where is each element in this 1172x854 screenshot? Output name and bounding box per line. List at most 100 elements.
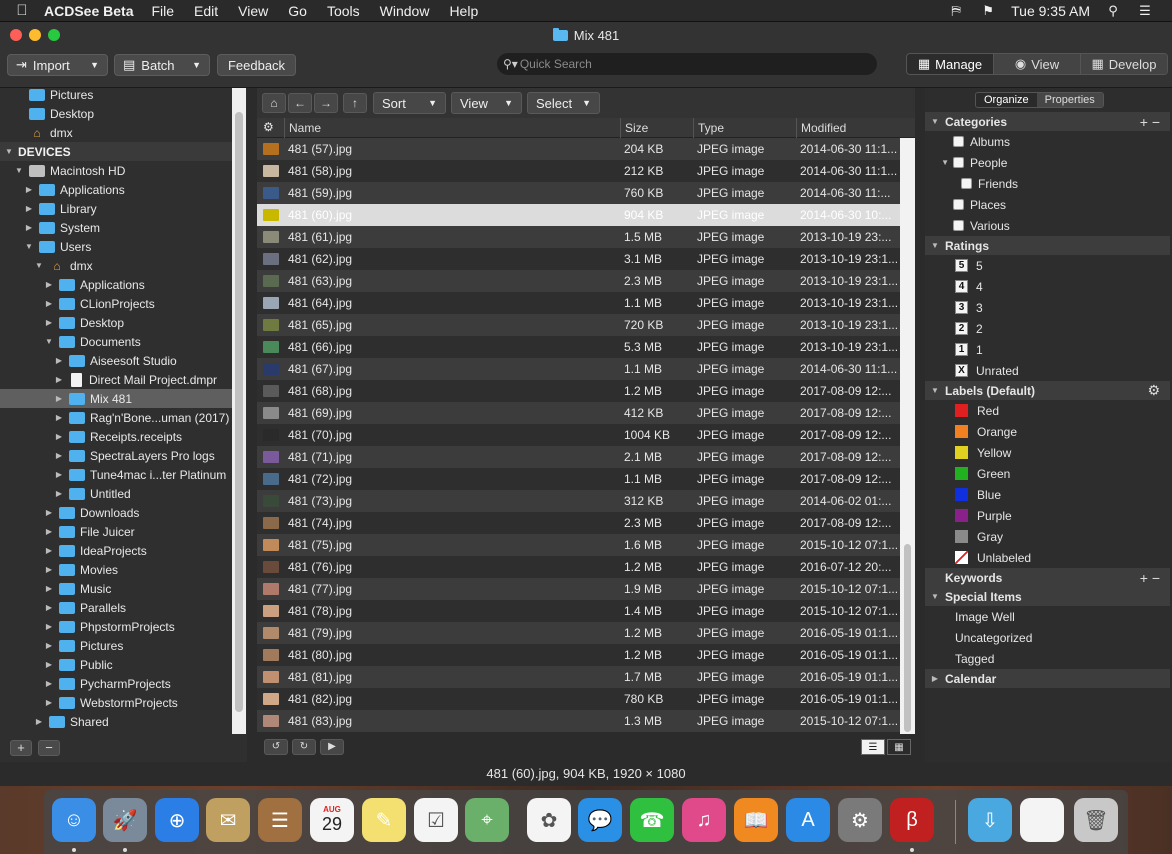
category-various[interactable]: Various bbox=[925, 215, 1170, 236]
disclosure-closed-icon[interactable]: ▶ bbox=[925, 674, 945, 683]
sidebar-item-pictures[interactable]: ▶ Pictures bbox=[0, 636, 232, 655]
minimize-window-button[interactable] bbox=[29, 29, 41, 41]
develop-mode-button[interactable]: ▦ Develop bbox=[1081, 54, 1167, 74]
disclosure-closed-icon[interactable]: ▶ bbox=[44, 660, 54, 669]
menu-file[interactable]: File bbox=[151, 3, 174, 19]
file-row[interactable]: 481 (61).jpg 1.5 MB JPEG image 2013-10-19 2… bbox=[257, 226, 900, 248]
label-blue[interactable]: Blue bbox=[925, 484, 1170, 505]
special-item-tagged[interactable]: Tagged bbox=[925, 648, 1170, 669]
close-window-button[interactable] bbox=[10, 29, 22, 41]
section-special-items[interactable]: ▼ Special Items bbox=[925, 587, 1170, 606]
disclosure-open-icon[interactable]: ▼ bbox=[925, 117, 945, 126]
disclosure-open-icon[interactable]: ▼ bbox=[925, 592, 945, 601]
column-modified[interactable]: Modified bbox=[796, 118, 900, 138]
label-purple[interactable]: Purple bbox=[925, 505, 1170, 526]
disclosure-closed-icon[interactable]: ▶ bbox=[44, 299, 54, 308]
file-row[interactable]: 481 (68).jpg 1.2 MB JPEG image 2017-08-09 1… bbox=[257, 380, 900, 402]
view-mode-button[interactable]: ◉ View bbox=[994, 54, 1081, 74]
back-button[interactable]: ← bbox=[288, 93, 312, 113]
rating-5[interactable]: 55 bbox=[925, 255, 1170, 276]
gear-icon[interactable]: ⚙ bbox=[1147, 382, 1160, 399]
file-row[interactable]: 481 (70).jpg 1004 KB JPEG image 2017-08-09 … bbox=[257, 424, 900, 446]
sidebar-item-mix-481[interactable]: ▶ Mix 481 bbox=[0, 389, 232, 408]
disclosure-closed-icon[interactable]: ▶ bbox=[44, 679, 54, 688]
system-preferences-dock-icon[interactable]: ⚙ bbox=[838, 798, 882, 842]
sidebar-item-macintosh-hd[interactable]: ▼ Macintosh HD bbox=[0, 161, 232, 180]
disclosure-closed-icon[interactable]: ▶ bbox=[54, 356, 64, 365]
disclosure-closed-icon[interactable]: ▶ bbox=[34, 717, 44, 726]
rating-unrated[interactable]: X Unrated bbox=[925, 360, 1170, 381]
contacts-dock-icon[interactable]: ☰ bbox=[258, 798, 302, 842]
app-store-dock-icon[interactable]: A bbox=[786, 798, 830, 842]
disclosure-closed-icon[interactable]: ▶ bbox=[54, 375, 64, 384]
tab-properties[interactable]: Properties bbox=[1036, 93, 1103, 107]
sidebar-item-public[interactable]: ▶ Public bbox=[0, 655, 232, 674]
spotlight-search-icon[interactable]: ⚲ bbox=[1104, 3, 1122, 18]
category-albums[interactable]: Albums bbox=[925, 131, 1170, 152]
disclosure-closed-icon[interactable]: ▶ bbox=[24, 185, 34, 194]
file-list-scrollbar[interactable] bbox=[900, 138, 915, 734]
forward-button[interactable]: → bbox=[314, 93, 338, 113]
disclosure-closed-icon[interactable]: ▶ bbox=[44, 584, 54, 593]
category-places[interactable]: Places bbox=[925, 194, 1170, 215]
rating-3[interactable]: 33 bbox=[925, 297, 1170, 318]
finder-dock-icon[interactable]: ☺ bbox=[52, 798, 96, 842]
column-type[interactable]: Type bbox=[693, 118, 796, 138]
sidebar-scroll-thumb[interactable] bbox=[235, 112, 243, 712]
sidebar-item-library[interactable]: ▶ Library bbox=[0, 199, 232, 218]
rotate-right-button[interactable]: ↻ bbox=[292, 739, 316, 755]
view-dropdown[interactable]: View ▼ bbox=[451, 92, 522, 114]
file-row[interactable]: 481 (83).jpg 1.3 MB JPEG image 2015-10-12 0… bbox=[257, 710, 900, 732]
disclosure-closed-icon[interactable]: ▶ bbox=[44, 280, 54, 289]
remove-folder-button[interactable]: − bbox=[38, 740, 60, 756]
file-row[interactable]: 481 (66).jpg 5.3 MB JPEG image 2013-10-19 2… bbox=[257, 336, 900, 358]
checkbox[interactable] bbox=[953, 220, 964, 231]
sidebar-item-desktop[interactable]: Desktop bbox=[0, 104, 232, 123]
rotate-left-button[interactable]: ↺ bbox=[264, 739, 288, 755]
file-row[interactable]: 481 (75).jpg 1.6 MB JPEG image 2015-10-12 0… bbox=[257, 534, 900, 556]
app-menu[interactable]: ACDSee Beta bbox=[44, 3, 133, 19]
section-ratings[interactable]: ▼ Ratings bbox=[925, 236, 1170, 255]
file-row[interactable]: 481 (67).jpg 1.1 MB JPEG image 2014-06-30 1… bbox=[257, 358, 900, 380]
disclosure-open-icon[interactable]: ▼ bbox=[4, 147, 14, 156]
rating-1[interactable]: 11 bbox=[925, 339, 1170, 360]
messages-dock-icon[interactable]: 💬 bbox=[578, 798, 622, 842]
column-size[interactable]: Size bbox=[620, 118, 693, 138]
clock[interactable]: Tue 9:35 AM bbox=[1011, 3, 1090, 19]
disclosure-closed-icon[interactable]: ▶ bbox=[44, 603, 54, 612]
disclosure-open-icon[interactable]: ▼ bbox=[14, 166, 24, 175]
disclosure-open-icon[interactable]: ▼ bbox=[941, 158, 949, 167]
train-status-icon[interactable]: ⛿ bbox=[947, 3, 965, 18]
column-settings-icon[interactable]: ⚙ bbox=[263, 120, 274, 134]
disclosure-closed-icon[interactable]: ▶ bbox=[44, 318, 54, 327]
preview-dock-icon[interactable] bbox=[1020, 798, 1064, 842]
facetime-dock-icon[interactable]: ☎ bbox=[630, 798, 674, 842]
disclosure-open-icon[interactable]: ▼ bbox=[44, 337, 54, 346]
sidebar-item-rag-n-bone-uman-2017[interactable]: ▶ Rag'n'Bone...uman (2017) bbox=[0, 408, 232, 427]
sidebar-item-clionprojects[interactable]: ▶ CLionProjects bbox=[0, 294, 232, 313]
label-yellow[interactable]: Yellow bbox=[925, 442, 1170, 463]
mail-dock-icon[interactable]: ✉ bbox=[206, 798, 250, 842]
notes-dock-icon[interactable]: ✎ bbox=[362, 798, 406, 842]
sidebar-item-music[interactable]: ▶ Music bbox=[0, 579, 232, 598]
sidebar-item-webstormprojects[interactable]: ▶ WebstormProjects bbox=[0, 693, 232, 712]
sidebar-item-shared[interactable]: ▶ Shared bbox=[0, 712, 232, 731]
flag-status-icon[interactable]: ⚑ bbox=[979, 3, 997, 18]
file-row[interactable]: 481 (60).jpg 904 KB JPEG image 2014-06-30 1… bbox=[257, 204, 900, 226]
ibooks-dock-icon[interactable]: 📖 bbox=[734, 798, 778, 842]
trash-dock-icon[interactable]: 🗑 bbox=[1074, 798, 1118, 842]
launchpad-dock-icon[interactable]: 🚀 bbox=[103, 798, 147, 842]
category-people[interactable]: ▼ People bbox=[925, 152, 1170, 173]
section-categories[interactable]: ▼ Categories + − bbox=[925, 112, 1170, 131]
file-row[interactable]: 481 (81).jpg 1.7 MB JPEG image 2016-05-19 0… bbox=[257, 666, 900, 688]
add-remove-actions[interactable]: + − bbox=[1140, 114, 1160, 130]
special-item-image-well[interactable]: Image Well bbox=[925, 606, 1170, 627]
sidebar-item-aiseesoft-studio[interactable]: ▶ Aiseesoft Studio bbox=[0, 351, 232, 370]
disclosure-closed-icon[interactable]: ▶ bbox=[54, 470, 64, 479]
quick-search-input[interactable] bbox=[519, 57, 850, 71]
disclosure-open-icon[interactable]: ▼ bbox=[24, 242, 34, 251]
sidebar-item-receipts-receipts[interactable]: ▶ Receipts.receipts bbox=[0, 427, 232, 446]
notification-center-icon[interactable]: ☰ bbox=[1136, 3, 1154, 18]
add-remove-actions[interactable]: + − bbox=[1140, 570, 1160, 586]
disclosure-open-icon[interactable]: ▼ bbox=[925, 241, 945, 250]
